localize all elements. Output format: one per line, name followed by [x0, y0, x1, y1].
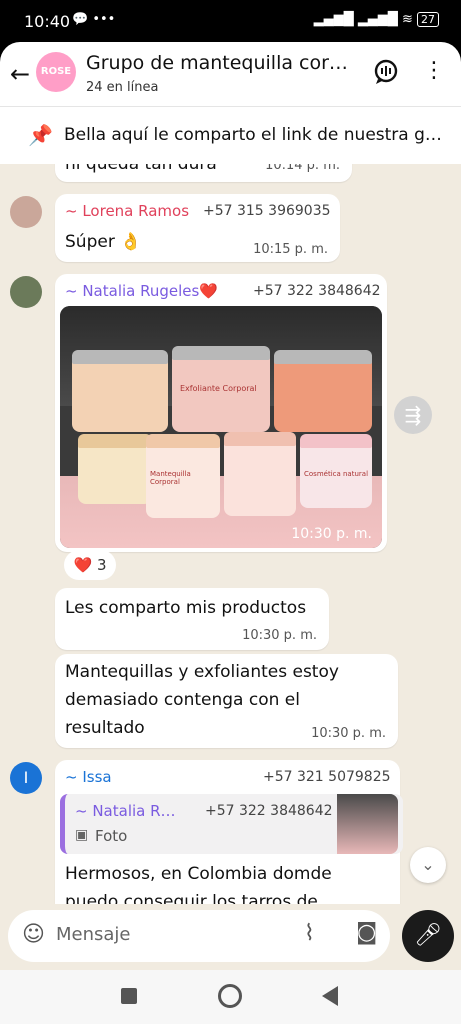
sender-phone: +57 315 3969035 — [203, 203, 331, 219]
message-text: Hermosos, en Colombia domde puedo conseg… — [65, 864, 332, 904]
wifi-icon: ≋ — [401, 12, 413, 27]
pin-icon: 📌 — [28, 123, 53, 147]
jar-mantequilla-1 — [78, 434, 152, 504]
sender-name[interactable]: ~ Natalia Rugeles❤️ — [65, 282, 218, 300]
sender-name[interactable]: ~ Lorena Ramos — [65, 202, 189, 220]
chat-header: ← ROSE Grupo de mantequilla cor… 24 en l… — [0, 42, 461, 106]
sticker-icon[interactable]: ☺ — [22, 922, 45, 947]
pinned-message[interactable]: 📌 Bella aquí le comparto el link de nues… — [0, 106, 461, 166]
recents-icon[interactable] — [121, 988, 137, 1004]
jar-mantequilla-4: Cosmética natural — [300, 434, 372, 508]
mic-icon: 🎤︎ — [414, 923, 442, 948]
reaction-badge[interactable]: ❤️ 3 — [64, 550, 116, 580]
group-avatar[interactable]: ROSE — [36, 52, 76, 92]
status-bar: 10:40 💬 ••• ▂▄▆█ ▂▄▆█ ≋ 27 — [0, 0, 461, 42]
jar-exfoliante-1 — [72, 350, 168, 432]
status-time: 10:40 — [24, 12, 71, 31]
more-options-icon[interactable]: ⋮ — [420, 58, 448, 86]
message-time: 10:30 p. m. — [311, 726, 386, 741]
mic-button[interactable]: 🎤︎ — [402, 910, 454, 962]
pinned-text: Bella aquí le comparto el link de nuestr… — [64, 125, 442, 145]
quoted-phone: +57 322 3848642 — [205, 803, 333, 819]
chat-title[interactable]: Grupo de mantequilla cor… — [86, 52, 356, 74]
back-nav-icon[interactable] — [322, 986, 338, 1006]
sender-name[interactable]: ~ Issa — [65, 768, 112, 786]
product-photo[interactable]: Exfoliante Corporal Mantequilla Corporal… — [60, 306, 382, 548]
scroll-down-icon[interactable]: ⌄ — [410, 847, 446, 883]
message-text: ni queda tan dura — [65, 164, 217, 174]
message-input[interactable]: Mensaje — [56, 924, 131, 945]
chat-area[interactable]: ni queda tan dura 10:14 p. m. ~ Lorena R… — [0, 164, 461, 904]
reply-message[interactable]: ~ Issa +57 321 5079825 ~ Natalia R… +57 … — [55, 760, 403, 904]
signal-icon-2: ▂▄▆█ — [357, 12, 398, 27]
avatar[interactable]: I — [10, 762, 42, 794]
avatar[interactable] — [10, 196, 42, 228]
battery-icon: 27 — [417, 12, 439, 27]
message-bubble[interactable]: ni queda tan dura 10:14 p. m. — [55, 164, 352, 182]
jar-label: Exfoliante Corporal — [180, 384, 257, 393]
message-time: 10:14 p. m. — [265, 164, 340, 173]
attach-icon[interactable]: ⌇ — [304, 921, 315, 946]
jar-label: Cosmética natural — [304, 470, 369, 478]
sender-phone: +57 322 3848642 — [253, 283, 381, 299]
forward-icon[interactable]: ⇶ — [394, 396, 432, 434]
voice-chat-icon[interactable] — [372, 58, 400, 86]
quoted-sender: ~ Natalia R… — [75, 802, 176, 820]
photo-time: 10:30 p. m. — [291, 526, 372, 542]
message-bubble[interactable]: ~ Lorena Ramos +57 315 3969035 Súper 👌 1… — [55, 194, 340, 262]
camera-icon[interactable]: ◙ — [356, 920, 377, 945]
online-count: 24 en línea — [86, 80, 159, 95]
system-nav-bar — [0, 970, 461, 1024]
jar-exfoliante-3 — [274, 350, 372, 432]
image-message[interactable]: ~ Natalia Rugeles❤️ +57 322 3848642 Exfo… — [55, 274, 387, 552]
home-icon[interactable] — [218, 984, 242, 1008]
quoted-message[interactable]: ~ Natalia R… +57 322 3848642 ▣ Foto — [60, 794, 403, 854]
signal-icon: ▂▄▆█ — [313, 12, 354, 27]
status-right: ▂▄▆█ ▂▄▆█ ≋ 27 — [314, 12, 439, 27]
jar-exfoliante-2: Exfoliante Corporal — [172, 346, 270, 432]
quoted-thumbnail — [337, 794, 398, 854]
quoted-label: Foto — [95, 827, 128, 845]
jar-label: Mantequilla Corporal — [150, 470, 191, 486]
notification-icons: 💬 ••• — [72, 12, 116, 27]
jar-mantequilla-3 — [224, 432, 296, 516]
heart-icon: ❤️ — [73, 556, 93, 574]
message-text: Les comparto mis productos — [65, 598, 307, 618]
sender-phone: +57 321 5079825 — [263, 769, 391, 785]
message-input-container[interactable]: ☺ Mensaje ⌇ ◙ — [8, 910, 390, 962]
message-bubble[interactable]: Mantequillas y exfoliantes estoy demasia… — [55, 654, 398, 748]
message-bubble[interactable]: Les comparto mis productos 10:30 p. m. — [55, 588, 329, 650]
back-arrow-icon[interactable]: ← — [10, 60, 30, 88]
message-time: 10:15 p. m. — [253, 242, 328, 257]
composer: ☺ Mensaje ⌇ ◙ 🎤︎ — [0, 904, 461, 970]
avatar[interactable] — [10, 276, 42, 308]
message-text: Súper 👌 — [65, 232, 142, 252]
jar-mantequilla-2: Mantequilla Corporal — [146, 434, 220, 518]
reaction-count: 3 — [96, 556, 107, 574]
message-time: 10:30 p. m. — [242, 628, 317, 643]
photo-icon: ▣ — [75, 827, 89, 843]
